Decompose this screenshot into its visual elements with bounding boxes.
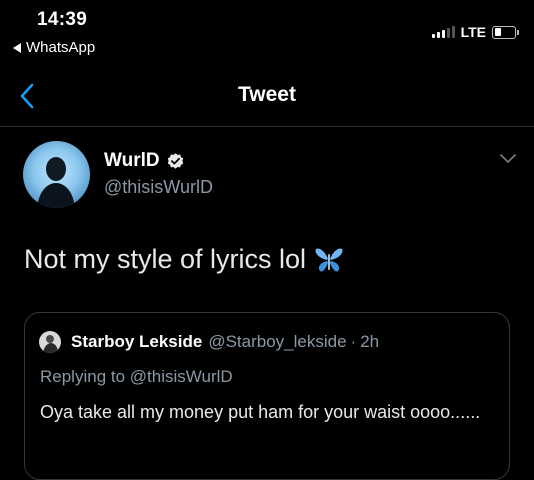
author-handle[interactable]: @thisisWurlD xyxy=(104,177,213,198)
tweet-body: Not my style of lyrics lol xyxy=(24,244,344,275)
quoted-author-avatar[interactable] xyxy=(39,331,61,353)
quoted-tweet-card[interactable]: Starboy Lekside @Starboy_lekside · 2h Re… xyxy=(24,312,510,480)
back-app-label: WhatsApp xyxy=(26,39,96,56)
back-to-app-button[interactable]: WhatsApp xyxy=(13,39,95,56)
back-arrow-icon xyxy=(13,42,21,53)
chevron-down-icon[interactable] xyxy=(498,152,518,166)
page-title: Tweet xyxy=(238,83,296,106)
verified-badge-icon xyxy=(167,152,183,169)
status-bar: 14:39 WhatsApp LTE xyxy=(0,0,534,68)
author-avatar[interactable] xyxy=(23,141,90,208)
author-name-row: WurlD xyxy=(104,150,185,172)
author-display-name[interactable]: WurlD xyxy=(104,150,160,172)
battery-icon xyxy=(492,25,519,39)
replying-to-label[interactable]: Replying to @thisisWurlD xyxy=(40,367,233,387)
butterfly-icon xyxy=(315,247,343,271)
network-type-label: LTE xyxy=(460,24,486,40)
quoted-author-handle[interactable]: @Starboy_lekside xyxy=(208,332,346,352)
quoted-tweet-header: Starboy Lekside @Starboy_lekside · 2h xyxy=(71,332,379,352)
quoted-author-name[interactable]: Starboy Lekside xyxy=(71,332,202,352)
separator-dot: · xyxy=(350,332,357,351)
navigation-bar: Tweet xyxy=(0,68,534,127)
signal-strength-icon xyxy=(431,26,455,38)
status-indicators: LTE xyxy=(431,24,519,40)
status-time: 14:39 xyxy=(37,9,88,30)
tweet-text: Not my style of lyrics lol xyxy=(24,244,307,274)
quoted-tweet-time: 2h xyxy=(360,332,380,351)
quoted-tweet-text: Oya take all my money put ham for your w… xyxy=(40,402,481,422)
